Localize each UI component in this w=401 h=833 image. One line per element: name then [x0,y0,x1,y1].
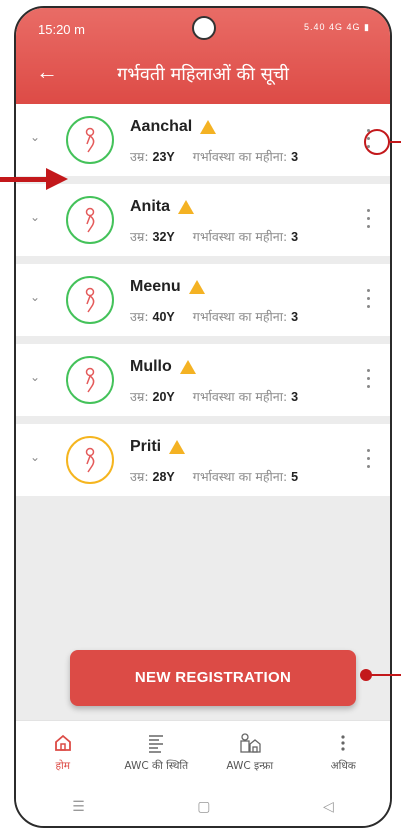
woman-name: Priti [130,438,186,456]
warning-icon [178,200,194,214]
list-item[interactable]: ⌄ Mullo उम्र: 20Y गर्भावस्था का महीना: 3 [16,344,390,416]
avatar [66,196,114,244]
pregnant-woman-icon [85,127,95,153]
woman-meta: उम्र: 28Y गर्भावस्था का महीना: 5 [130,469,299,484]
nav-label: AWC इन्फ्रा [226,760,274,772]
list-item[interactable]: ⌄ Anita उम्र: 32Y गर्भावस्था का महीना: 3 [16,184,390,256]
nav-label: होम [55,760,71,772]
avatar [66,276,114,324]
nav-item-awc-status[interactable]: AWC की स्थिति [110,721,204,784]
status-time: 15:20 m [38,22,86,37]
building-icon [238,731,262,755]
page-title: गर्भवती महिलाओं की सूची [117,64,289,85]
recents-icon[interactable]: ☰ [72,798,85,815]
phone-frame: 15:20 m 5.40 4G 4G ▮ ← गर्भवती महिलाओं क… [14,6,392,828]
new-registration-button[interactable]: NEW REGISTRATION [70,650,356,706]
more-options-icon[interactable] [358,446,378,470]
list-item[interactable]: ⌄ Meenu उम्र: 40Y गर्भावस्था का महीना: 3 [16,264,390,336]
pregnant-woman-icon [85,207,95,233]
woman-meta: उम्र: 23Y गर्भावस्था का महीना: 3 [130,149,299,164]
warning-icon [200,120,217,134]
app-header: 15:20 m 5.40 4G 4G ▮ ← गर्भवती महिलाओं क… [16,8,390,104]
chevron-down-icon[interactable]: ⌄ [30,130,46,146]
chevron-down-icon[interactable]: ⌄ [30,370,46,386]
woman-name: Aanchal [130,118,217,136]
bottom-nav: होम AWC की स्थिति AWC इन्फ्रा अधिक [16,720,390,784]
home-button-icon[interactable]: ▢ [197,798,210,815]
annotation-arrow [0,177,48,182]
chevron-down-icon[interactable]: ⌄ [30,450,46,466]
list-icon [144,731,168,755]
status-icons: 5.40 4G 4G ▮ [304,22,370,32]
nav-label: अधिक [330,760,356,772]
more-options-icon[interactable] [358,286,378,310]
annotation-arrow-head [46,168,68,190]
woman-meta: उम्र: 20Y गर्भावस्था का महीना: 3 [130,389,299,404]
more-vertical-icon [331,731,355,755]
status-bar: 15:20 m 5.40 4G 4G ▮ [38,22,370,40]
annotation-line [371,674,401,676]
home-icon [51,731,75,755]
pregnant-woman-icon [85,287,95,313]
avatar [66,116,114,164]
system-nav-bar: ☰ ▢ ◁ [16,784,390,826]
pregnant-woman-icon [85,447,95,473]
chevron-down-icon[interactable]: ⌄ [30,210,46,226]
chevron-down-icon[interactable]: ⌄ [30,290,46,306]
avatar [66,436,114,484]
woman-name: Anita [130,198,194,216]
list-item[interactable]: ⌄ Priti उम्र: 28Y गर्भावस्था का महीना: 5 [16,424,390,496]
list-item[interactable]: ⌄ Aanchal उम्र: 23Y गर्भावस्था का महीना: … [16,104,390,176]
woman-meta: उम्र: 40Y गर्भावस्था का महीना: 3 [130,309,299,324]
more-options-icon[interactable] [358,366,378,390]
nav-item-awc-infra[interactable]: AWC इन्फ्रा [203,721,297,784]
women-list: ⌄ Aanchal उम्र: 23Y गर्भावस्था का महीना: … [16,104,390,504]
woman-meta: उम्र: 32Y गर्भावस्था का महीना: 3 [130,229,299,244]
more-options-icon[interactable] [358,206,378,230]
pregnant-woman-icon [85,367,95,393]
warning-icon [179,360,196,374]
annotation-line [389,141,401,143]
avatar [66,356,114,404]
back-triangle-icon[interactable]: ◁ [323,798,334,815]
woman-name: Meenu [130,278,205,296]
annotation-ring [364,129,390,155]
woman-name: Mullo [130,358,196,376]
warning-icon [188,280,205,294]
nav-item-home[interactable]: होम [16,721,110,784]
nav-item-more[interactable]: अधिक [297,721,391,784]
warning-icon [169,440,186,454]
nav-label: AWC की स्थिति [124,760,189,772]
